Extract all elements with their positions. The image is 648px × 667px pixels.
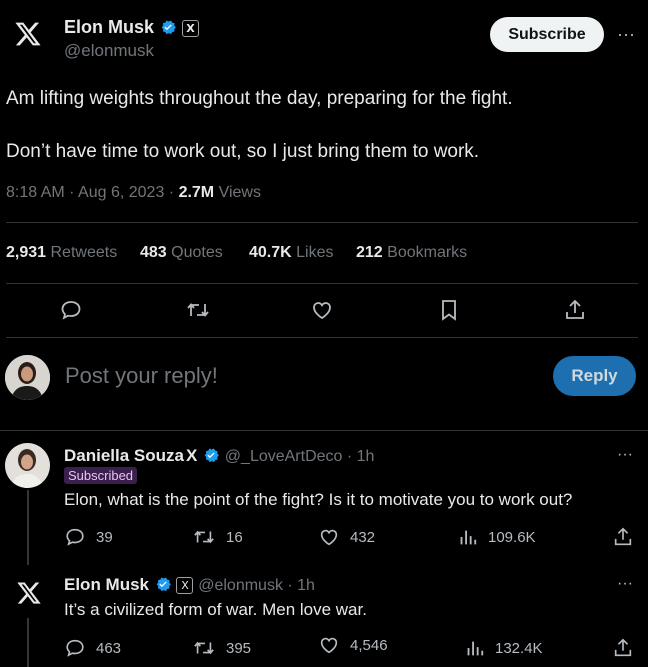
subscribe-button[interactable]: Subscribe <box>490 17 604 52</box>
share-icon[interactable] <box>563 298 587 322</box>
reply-handle-time[interactable]: @elonmusk · 1h <box>198 577 315 594</box>
reply-icon[interactable] <box>59 298 83 322</box>
subscribed-badge: Subscribed <box>64 467 138 484</box>
more-options-icon[interactable]: ··· <box>617 446 633 464</box>
stat-label: Retweets <box>46 244 118 261</box>
reply-comment-action[interactable]: 39 <box>64 526 113 548</box>
reply-author-name[interactable]: Daniella Souza <box>64 446 184 465</box>
tweet-text-line-1: Am lifting weights throughout the day, p… <box>6 88 513 109</box>
view-count: 132.4K <box>495 639 543 657</box>
like-icon[interactable] <box>310 298 334 322</box>
author-name[interactable]: Elon Musk X <box>64 17 200 38</box>
divider <box>6 337 638 338</box>
x-affiliate-badge-icon: X <box>182 20 200 37</box>
reply-author-name[interactable]: Elon Musk <box>64 575 149 594</box>
divider <box>6 283 638 284</box>
reply-author[interactable]: Elon Musk X @elonmusk · 1h <box>64 575 315 595</box>
stat-count: 483 <box>140 244 167 261</box>
divider <box>6 222 638 223</box>
reply-comment-action[interactable]: 463 <box>64 637 121 659</box>
stat-label: Likes <box>291 244 334 261</box>
x-logo-icon[interactable] <box>14 20 44 50</box>
retweet-icon[interactable] <box>185 298 211 322</box>
x-logo-icon[interactable] <box>16 580 42 610</box>
stat-count: 2,931 <box>6 244 47 261</box>
retweet-count: 395 <box>226 639 252 657</box>
comment-count: 463 <box>96 639 122 657</box>
reply-button[interactable]: Reply <box>553 356 636 396</box>
reply-text: Elon, what is the point of the fight? Is… <box>64 490 573 509</box>
stat-quotes[interactable]: 483 Quotes <box>140 244 223 262</box>
tweet-time[interactable]: 8:18 AM · Aug 6, 2023 · <box>6 184 179 201</box>
thread-line <box>27 618 29 667</box>
x-affiliate-badge-icon: X <box>176 577 194 594</box>
reply-views-action[interactable]: 109.6K <box>456 526 536 548</box>
divider <box>0 430 648 431</box>
stat-label: Bookmarks <box>382 244 468 261</box>
more-options-icon[interactable]: ··· <box>617 24 635 45</box>
like-icon <box>320 637 338 654</box>
reply-like-action[interactable]: 4,546 <box>318 634 388 656</box>
tweet-text-line-2: Don’t have time to work out, so I just b… <box>6 141 480 162</box>
reply-icon <box>66 639 84 657</box>
views-count: 2.7M <box>178 184 215 201</box>
verified-badge-icon <box>204 448 219 463</box>
reply-text: It’s a civilized form of war. Men love w… <box>64 600 367 619</box>
views-icon <box>467 641 484 656</box>
stat-retweets[interactable]: 2,931 Retweets <box>6 244 117 262</box>
share-icon[interactable] <box>612 526 634 548</box>
thread-line <box>27 490 29 565</box>
tweet-timestamp[interactable]: 8:18 AM · Aug 6, 2023 · 2.7M Views <box>6 184 261 202</box>
bookmark-icon[interactable] <box>437 298 461 322</box>
avatar[interactable] <box>5 355 50 400</box>
view-count: 109.6K <box>488 528 536 546</box>
reply-handle-time[interactable]: @_LoveArtDeco · 1h <box>225 448 375 465</box>
reply-retweet-action[interactable]: 395 <box>192 637 251 659</box>
share-icon[interactable] <box>612 637 634 659</box>
author-handle[interactable]: @elonmusk <box>64 41 154 61</box>
like-count: 4,546 <box>350 636 388 654</box>
retweet-count: 16 <box>226 528 243 546</box>
reply-input[interactable]: Post your reply! <box>65 363 218 389</box>
stat-label: Quotes <box>166 244 223 261</box>
verified-badge-icon <box>156 577 171 592</box>
stat-count: 212 <box>356 244 383 261</box>
retweet-icon <box>194 641 214 655</box>
stat-bookmarks[interactable]: 212 Bookmarks <box>356 244 467 262</box>
x-mark-icon: X <box>185 446 198 465</box>
views-icon <box>460 530 477 545</box>
stat-likes[interactable]: 40.7K Likes <box>249 244 334 262</box>
more-options-icon[interactable]: ··· <box>617 575 633 593</box>
reply-views-action[interactable]: 132.4K <box>463 637 543 659</box>
like-count: 432 <box>350 528 376 546</box>
verified-badge-icon <box>161 20 176 35</box>
stat-count: 40.7K <box>249 244 292 261</box>
retweet-icon <box>194 530 214 544</box>
reply-icon <box>66 528 84 546</box>
author-name-text[interactable]: Elon Musk <box>64 17 154 37</box>
like-icon <box>320 529 338 546</box>
reply-like-action[interactable]: 432 <box>318 526 375 548</box>
comment-count: 39 <box>96 528 113 546</box>
reply-retweet-action[interactable]: 16 <box>192 526 243 548</box>
reply-author[interactable]: Daniella Souza X @_LoveArtDeco · 1h <box>64 446 374 466</box>
views-label: Views <box>214 184 261 201</box>
avatar[interactable] <box>5 443 50 488</box>
